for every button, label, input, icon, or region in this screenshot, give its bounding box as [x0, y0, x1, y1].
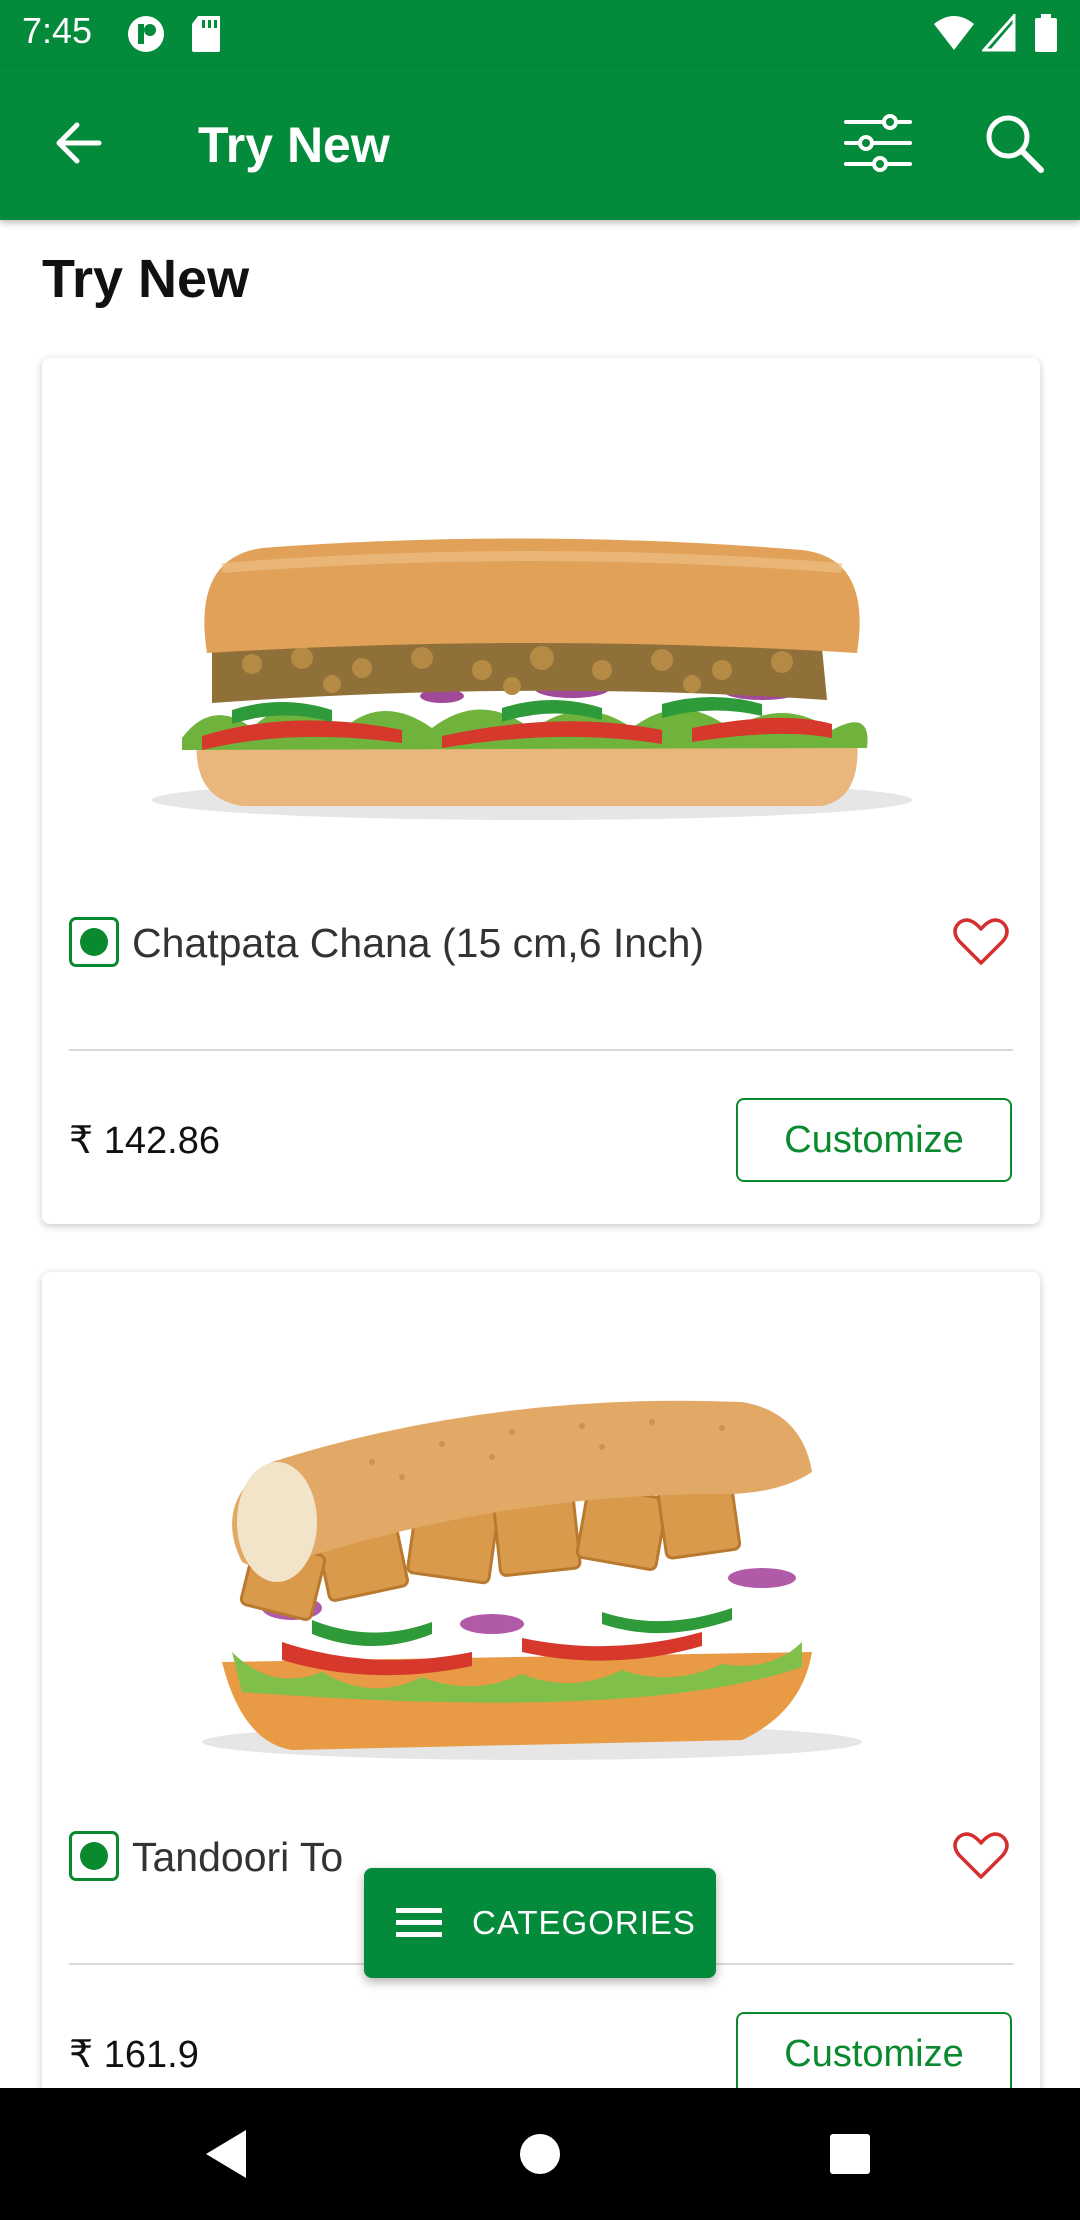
- customize-button[interactable]: Customize: [736, 2012, 1012, 2088]
- back-arrow-icon: [56, 122, 102, 164]
- status-time: 7:45: [22, 10, 93, 51]
- product-card[interactable]: Chatpata Chana (15 cm,6 Inch) ₹ 142.86 C…: [42, 358, 1040, 1224]
- card-divider: [69, 1049, 1013, 1051]
- nav-back-button[interactable]: [186, 2114, 266, 2194]
- wifi-icon: [932, 14, 976, 57]
- veg-indicator-icon: [69, 1831, 119, 1881]
- app-bar: Try New: [0, 66, 1080, 220]
- nav-recents-icon: [830, 2134, 870, 2174]
- system-navigation-bar: [0, 2088, 1080, 2220]
- customize-button[interactable]: Customize: [736, 1098, 1012, 1182]
- app-bar-title: Try New: [198, 117, 390, 173]
- status-bar: 7:45: [0, 0, 1080, 66]
- heart-outline-icon: [953, 918, 1009, 965]
- app-notification-icon: [126, 14, 166, 59]
- back-button[interactable]: [30, 95, 126, 191]
- favorite-button[interactable]: [950, 911, 1012, 973]
- favorite-button[interactable]: [950, 1825, 1012, 1887]
- product-list[interactable]: Try New Chatpata Chana (15 cm,6 Inch) ₹ …: [0, 220, 1080, 2088]
- heart-outline-icon: [953, 1832, 1009, 1879]
- categories-button[interactable]: CATEGORIES: [364, 1868, 716, 1978]
- nav-recents-button[interactable]: [810, 2114, 890, 2194]
- filter-button[interactable]: [830, 95, 926, 191]
- sd-card-icon: [190, 14, 224, 59]
- screen: 7:45 Try New Try New Chatpata Chana (15 …: [0, 0, 1080, 2220]
- nav-home-button[interactable]: [500, 2114, 580, 2194]
- menu-icon: [396, 1908, 442, 1937]
- cell-signal-icon: [980, 12, 1016, 57]
- battery-icon: [1034, 14, 1058, 59]
- product-name: Chatpata Chana (15 cm,6 Inch): [132, 920, 705, 966]
- sandwich-image-chatpata-chana: [42, 358, 1040, 878]
- product-price: ₹ 142.86: [69, 1120, 220, 1162]
- nav-home-icon: [520, 2134, 560, 2174]
- veg-indicator-icon: [69, 917, 119, 967]
- categories-label: CATEGORIES: [472, 1904, 696, 1941]
- filter-sliders-icon: [844, 114, 912, 172]
- search-button[interactable]: [966, 95, 1062, 191]
- sandwich-image-tandoori: [42, 1272, 1040, 1792]
- search-icon: [986, 115, 1044, 173]
- nav-back-icon: [206, 2130, 246, 2178]
- section-heading: Try New: [42, 249, 250, 309]
- product-name: Tandoori To: [132, 1834, 344, 1880]
- product-price: ₹ 161.9: [69, 2034, 199, 2076]
